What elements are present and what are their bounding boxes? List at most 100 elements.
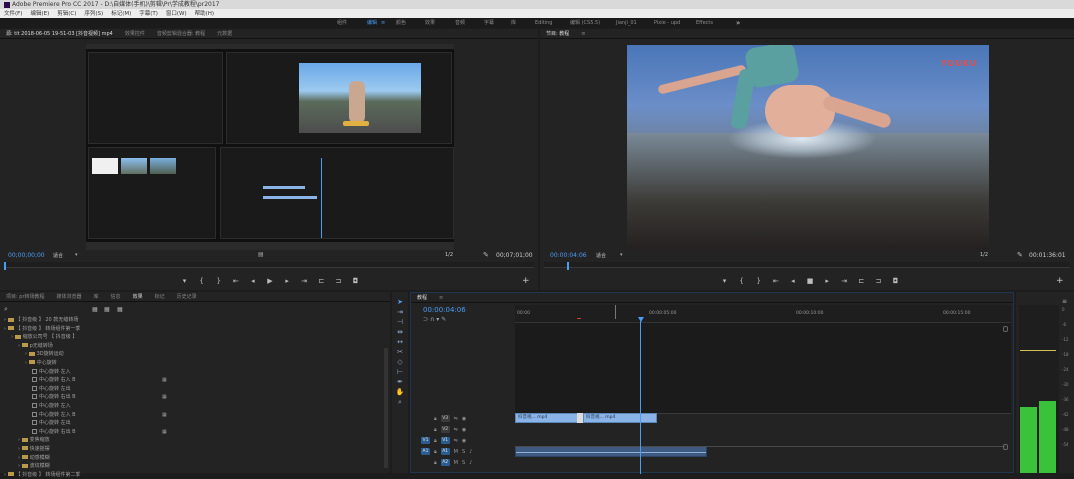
workspace-tab[interactable]: 组件 bbox=[337, 18, 347, 28]
timeline-timecode[interactable]: 00:00:04:06 bbox=[423, 306, 466, 314]
track-name-a1[interactable]: A1 bbox=[440, 448, 450, 455]
marker-icon[interactable]: ▾ bbox=[180, 277, 189, 285]
effects-folder[interactable]: › p无缝转场 bbox=[4, 342, 380, 351]
go-to-out-icon[interactable]: ⇥ bbox=[840, 277, 849, 285]
vertical-scroll-handle[interactable] bbox=[1003, 326, 1008, 332]
effects-folder[interactable]: › 【 抖音级 】 20 款无缝转场 bbox=[4, 316, 380, 325]
eye-icon[interactable]: ◉ bbox=[462, 427, 466, 433]
source-patch-a1[interactable]: A1 bbox=[421, 448, 430, 455]
source-scrubber[interactable] bbox=[4, 262, 534, 268]
effects-folder[interactable]: › 缩放公司号 【 抖音级 】 bbox=[4, 333, 380, 342]
workspace-tab[interactable]: Pixie - upd bbox=[654, 18, 680, 28]
overwrite-icon[interactable]: ⊐ bbox=[334, 277, 343, 285]
stop-icon[interactable]: ■ bbox=[805, 277, 814, 285]
workspace-tab[interactable]: 音频 bbox=[455, 18, 465, 28]
slide-tool-icon[interactable]: ⊢ bbox=[395, 368, 405, 377]
track-name-v1[interactable]: V1 bbox=[440, 437, 450, 444]
step-back-icon[interactable]: ◂ bbox=[788, 277, 797, 285]
tab-info[interactable]: 信息 bbox=[105, 292, 127, 302]
effects-preset[interactable]: 中心旋转 左出 bbox=[4, 419, 380, 428]
program-fit-dropdown[interactable]: 适合 bbox=[596, 252, 606, 259]
chevron-down-icon[interactable]: ▾ bbox=[75, 252, 78, 258]
marker-icon[interactable]: ▾ bbox=[720, 277, 729, 285]
tab-media-browser[interactable]: 媒体浏览器 bbox=[51, 292, 88, 302]
tab-libraries[interactable]: 库 bbox=[88, 292, 105, 302]
program-video-frame[interactable]: YOUKU bbox=[627, 45, 989, 249]
lift-icon[interactable]: ⊏ bbox=[857, 277, 866, 285]
timeline-ruler[interactable]: 00:00 00:00:05:00 00:00:10:00 00:00:15:0… bbox=[515, 305, 1011, 323]
settings-icon[interactable]: ✎ bbox=[441, 316, 446, 323]
program-playhead[interactable] bbox=[567, 262, 569, 270]
sync-icon[interactable]: ⇋ bbox=[454, 438, 458, 444]
track-select-tool-icon[interactable]: ⇥ bbox=[395, 308, 405, 317]
mark-in-icon[interactable]: { bbox=[197, 277, 206, 285]
marker-add-icon[interactable]: ▾ bbox=[436, 316, 439, 323]
program-resolution-dropdown[interactable]: 1/2 bbox=[980, 252, 988, 258]
search-icon[interactable]: ⌕ bbox=[4, 305, 8, 314]
video-clip[interactable]: 抖音视... mp4 bbox=[583, 413, 657, 423]
program-timecode[interactable]: 00:00:04:06 bbox=[550, 252, 587, 259]
tab-effect-controls[interactable]: 效果控件 bbox=[119, 29, 151, 39]
zoom-tool-icon[interactable]: ⌕ bbox=[395, 398, 405, 407]
effects-folder[interactable]: › 动感模糊 bbox=[4, 454, 380, 463]
razor-tool-icon[interactable]: ✂ bbox=[395, 348, 405, 357]
track-name-v2[interactable]: V2 bbox=[440, 426, 450, 433]
effects-preset[interactable]: 中心旋转 左出 bbox=[4, 385, 380, 394]
workspace-tab[interactable]: Effects bbox=[696, 18, 713, 28]
ripple-edit-tool-icon[interactable]: ⊣ bbox=[395, 318, 405, 327]
sync-icon[interactable]: ⇋ bbox=[454, 427, 458, 433]
workspace-tab[interactable]: Jianji_01 bbox=[616, 18, 637, 28]
mark-out-icon[interactable]: } bbox=[214, 277, 223, 285]
sync-icon[interactable]: ⇋ bbox=[454, 416, 458, 422]
chevron-down-icon[interactable]: ▾ bbox=[620, 252, 623, 258]
workspace-menu-icon[interactable]: ≡ bbox=[381, 18, 385, 28]
tab-program[interactable]: 节目: 教程 bbox=[540, 29, 575, 39]
effects-folder[interactable]: › 中心旋转 bbox=[4, 359, 380, 368]
32bit-icon[interactable]: ▦ bbox=[104, 306, 110, 313]
tab-metadata[interactable]: 元数据 bbox=[211, 29, 238, 39]
add-button-icon[interactable]: + bbox=[1056, 276, 1064, 286]
linked-icon[interactable]: ∩ bbox=[430, 316, 434, 323]
audio-clip[interactable] bbox=[515, 446, 707, 457]
mic-icon[interactable]: ♪ bbox=[469, 449, 472, 455]
workspace-tab[interactable]: 字幕 bbox=[484, 18, 494, 28]
camera-icon[interactable]: ◘ bbox=[891, 277, 900, 285]
track-name-v3[interactable]: V3 bbox=[440, 415, 450, 422]
workspace-tab[interactable]: Editing bbox=[535, 18, 552, 28]
workspace-tab[interactable]: 库 bbox=[511, 18, 516, 28]
camera-icon[interactable]: ◘ bbox=[351, 277, 360, 285]
selection-tool-icon[interactable]: ➤ bbox=[395, 298, 405, 307]
panel-menu-icon[interactable]: ≡ bbox=[575, 29, 591, 39]
eye-icon[interactable]: ◉ bbox=[462, 438, 466, 444]
solo-button[interactable]: S bbox=[462, 460, 465, 466]
effects-preset[interactable]: 中心旋转 左入 B ▦ bbox=[4, 411, 380, 420]
effects-folder[interactable]: › 【 抖音级 】 转场组件第一季 bbox=[4, 325, 380, 334]
snap-icon[interactable]: ⊃ bbox=[423, 316, 428, 323]
tab-markers[interactable]: 标记 bbox=[149, 292, 171, 302]
tab-history[interactable]: 历史记录 bbox=[171, 292, 203, 302]
track-name-a2[interactable]: A2 bbox=[440, 459, 450, 466]
wrench-icon[interactable]: ✎ bbox=[1017, 251, 1023, 259]
lock-icon[interactable]: 🔒︎ bbox=[434, 460, 437, 466]
effects-preset[interactable]: 中心旋转 左入 bbox=[4, 368, 380, 377]
tab-project[interactable]: 项目: pr转场教程 bbox=[0, 292, 51, 302]
mark-out-icon[interactable]: } bbox=[754, 277, 763, 285]
panel-menu-icon[interactable]: ≡ bbox=[433, 293, 449, 303]
playhead-head[interactable] bbox=[638, 317, 644, 322]
step-forward-icon[interactable]: ▸ bbox=[823, 277, 832, 285]
go-to-in-icon[interactable]: ⇤ bbox=[231, 277, 240, 285]
workspace-more-icon[interactable]: » bbox=[736, 18, 740, 28]
workspace-tab[interactable]: 颜色 bbox=[396, 18, 406, 28]
playhead-line[interactable] bbox=[640, 321, 641, 474]
effects-folder[interactable]: › 【 抖音级 】 转场组件第二季 bbox=[4, 471, 380, 479]
source-patch-v1[interactable]: V1 bbox=[421, 437, 430, 444]
slip-tool-icon[interactable]: ◇ bbox=[395, 358, 405, 367]
mute-button[interactable]: M bbox=[454, 460, 458, 466]
effects-folder[interactable]: › 波纹模糊 bbox=[4, 462, 380, 471]
add-button-icon[interactable]: + bbox=[522, 276, 530, 286]
effects-preset[interactable]: 中心旋转 右出 B ▦ bbox=[4, 428, 380, 437]
wrench-icon[interactable]: ✎ bbox=[483, 251, 489, 259]
panel-menu-icon[interactable]: ≡ bbox=[1062, 298, 1067, 305]
step-back-icon[interactable]: ◂ bbox=[248, 277, 257, 285]
extract-icon[interactable]: ⊐ bbox=[874, 277, 883, 285]
